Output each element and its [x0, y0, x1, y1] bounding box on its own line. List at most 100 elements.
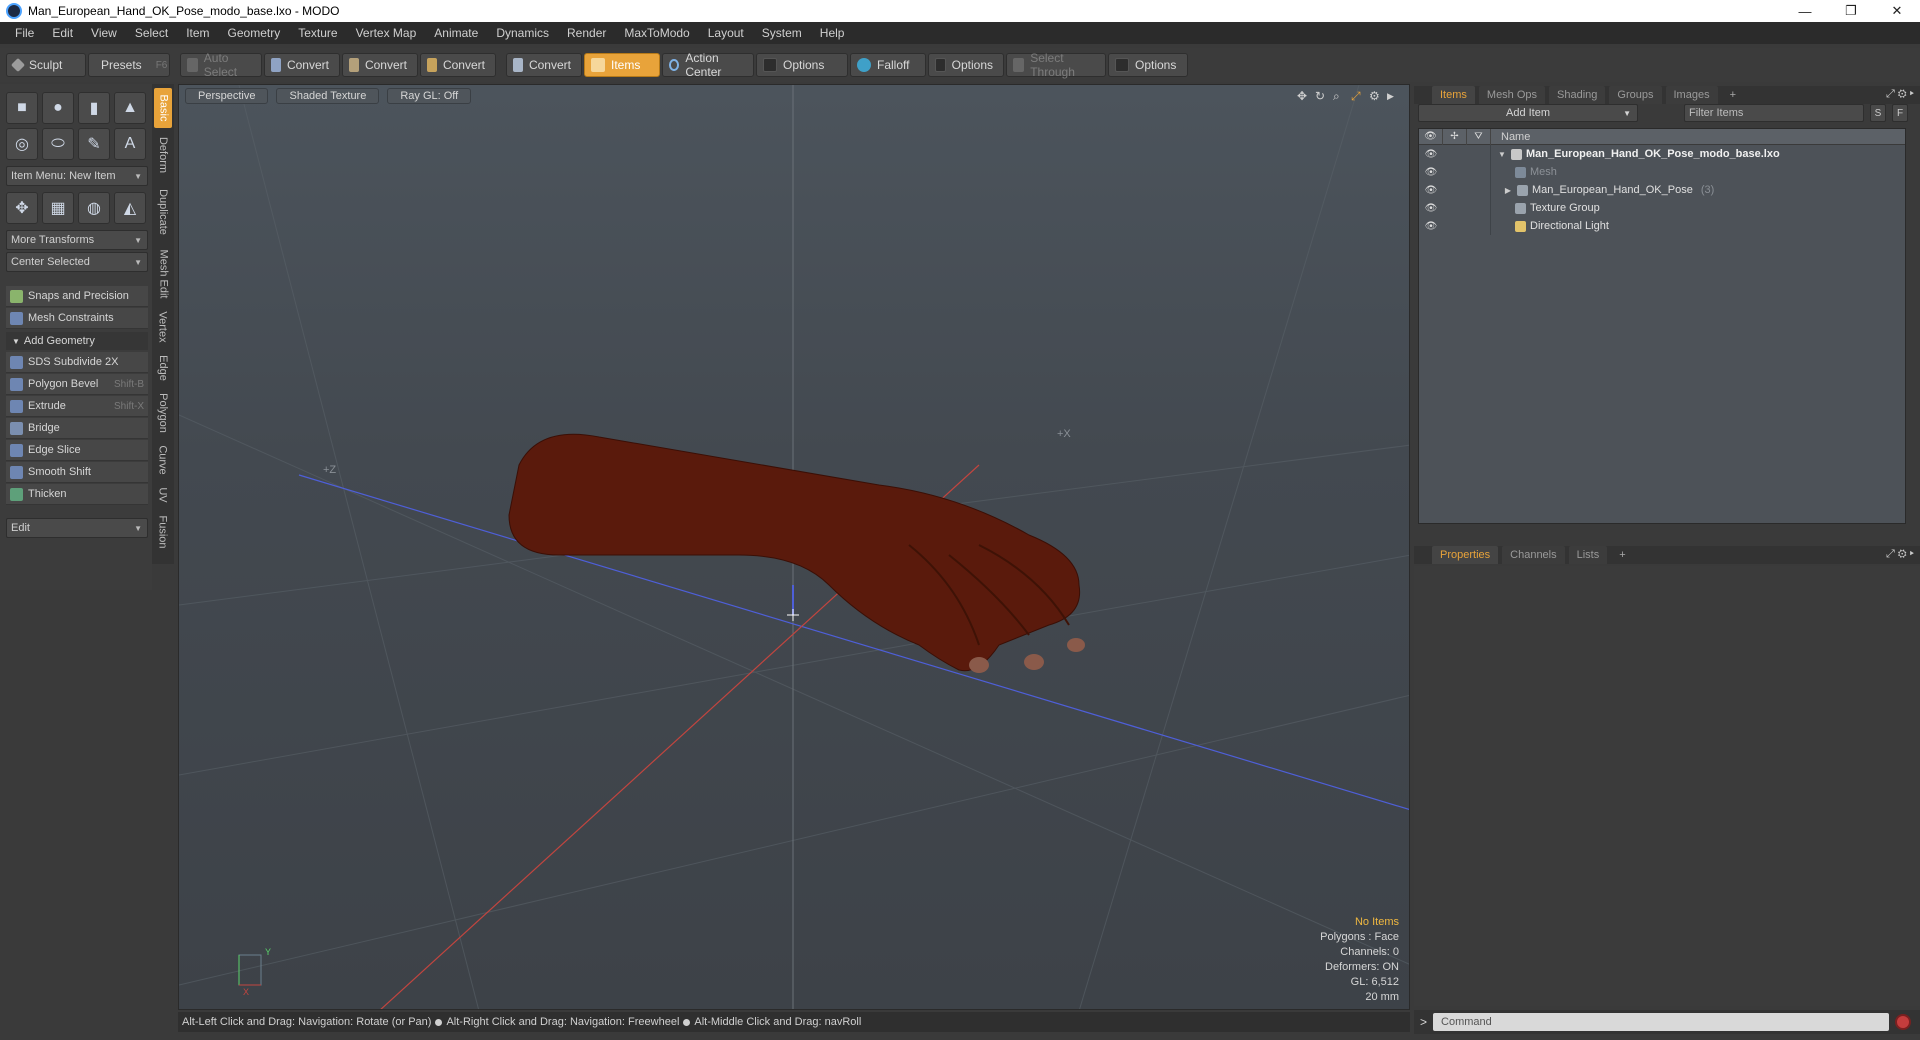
capsule-icon[interactable]: ⬭	[42, 128, 74, 160]
thicken-button[interactable]: Thicken	[6, 484, 148, 505]
tab-uv[interactable]: UV	[154, 482, 172, 508]
eye-icon[interactable]: 👁	[1419, 167, 1443, 178]
list-item[interactable]: 👁 Mesh	[1419, 163, 1905, 181]
menu-help[interactable]: Help	[811, 26, 854, 40]
polygon-bevel-button[interactable]: Polygon Bevel Shift-B	[6, 374, 148, 395]
pyramid-icon[interactable]: ◭	[114, 192, 146, 224]
grid-icon[interactable]: ▦	[42, 192, 74, 224]
menu-dynamics[interactable]: Dynamics	[487, 26, 558, 40]
item-list[interactable]: 👁 ✢ ⛛ Name 👁 ▼ Man_European_Hand_OK_Pose…	[1418, 128, 1906, 524]
tab-edge[interactable]: Edge	[154, 350, 172, 386]
lock-icon[interactable]: ✢	[1443, 128, 1467, 145]
menu-file[interactable]: File	[6, 26, 43, 40]
eye-icon[interactable]: 👁	[1419, 203, 1443, 214]
command-input[interactable]: Command	[1433, 1013, 1890, 1031]
menu-system[interactable]: System	[753, 26, 811, 40]
play-icon[interactable]: ▶	[1387, 91, 1394, 102]
add-tab-icon[interactable]: +	[1722, 86, 1744, 104]
tab-deform[interactable]: Deform	[154, 130, 172, 180]
expand-triangle-icon[interactable]: ▶	[1503, 186, 1513, 195]
cylinder-icon[interactable]: ▮	[78, 92, 110, 124]
tab-channels[interactable]: Channels	[1502, 546, 1565, 564]
name-column-header[interactable]: Name	[1491, 131, 1530, 143]
tab-items[interactable]: Items	[1432, 86, 1475, 104]
expand-triangle-icon[interactable]: ▼	[1497, 150, 1507, 159]
menu-item[interactable]: Item	[177, 26, 218, 40]
tab-images[interactable]: Images	[1665, 86, 1718, 104]
menu-edit[interactable]: Edit	[43, 26, 82, 40]
globe-icon[interactable]: ◍	[78, 192, 110, 224]
sds-subdivide-button[interactable]: SDS Subdivide 2X	[6, 352, 148, 373]
action-center-button[interactable]: Action Center	[662, 51, 754, 79]
perspective-button[interactable]: Perspective	[185, 88, 269, 104]
minimize-button[interactable]: —	[1782, 0, 1828, 22]
menu-render[interactable]: Render	[558, 26, 615, 40]
tab-vertex[interactable]: Vertex	[154, 306, 172, 348]
tab-groups[interactable]: Groups	[1609, 86, 1662, 104]
extrude-button[interactable]: Extrude Shift-X	[6, 396, 148, 417]
pen-icon[interactable]: ✎	[78, 128, 110, 160]
tab-duplicate[interactable]: Duplicate	[154, 182, 172, 242]
presets-button[interactable]: Presets F6	[88, 53, 170, 77]
sculpt-button[interactable]: Sculpt	[6, 53, 86, 77]
add-item-dropdown[interactable]: Add Item ▼	[1418, 104, 1638, 122]
eye-icon[interactable]: 👁	[1419, 149, 1443, 160]
zoom-icon[interactable]: ⌕	[1333, 89, 1340, 104]
menu-view[interactable]: View	[82, 26, 126, 40]
tab-mesh-ops[interactable]: Mesh Ops	[1478, 86, 1546, 104]
panel-options-icon[interactable]: ⤢ ⚙ ▸	[1886, 548, 1914, 561]
snaps-precision-button[interactable]: Snaps and Precision	[6, 286, 148, 307]
center-selected-dropdown[interactable]: Center Selected ▼	[6, 252, 148, 272]
options-button-3[interactable]: Options	[1108, 53, 1188, 77]
gear-icon[interactable]: ⚙	[1369, 89, 1380, 103]
smooth-shift-button[interactable]: Smooth Shift	[6, 462, 148, 483]
menu-layout[interactable]: Layout	[699, 26, 753, 40]
raygl-button[interactable]: Ray GL: Off	[387, 88, 472, 104]
menu-maxtomodo[interactable]: MaxToModo	[615, 26, 698, 40]
3d-viewport[interactable]: +Z +X Y X Perspective Shaded Texture Ray…	[178, 84, 1410, 1010]
edit-dropdown[interactable]: Edit ▼	[6, 518, 148, 538]
text-icon[interactable]: A	[114, 128, 146, 160]
list-item[interactable]: 👁 ▶ Man_European_Hand_OK_Pose (3)	[1419, 181, 1905, 199]
tab-polygon[interactable]: Polygon	[154, 388, 172, 438]
tab-basic[interactable]: Basic	[154, 88, 172, 128]
falloff-button[interactable]: Falloff	[850, 53, 926, 77]
hand-mesh[interactable]	[508, 433, 1085, 673]
menu-animate[interactable]: Animate	[425, 26, 487, 40]
menu-vertex-map[interactable]: Vertex Map	[347, 26, 426, 40]
eye-icon[interactable]: 👁	[1419, 221, 1443, 232]
tab-curve[interactable]: Curve	[154, 440, 172, 480]
shading-mode-button[interactable]: Shaded Texture	[276, 88, 380, 104]
sphere-icon[interactable]: ●	[42, 92, 74, 124]
pan-icon[interactable]: ✥	[1297, 89, 1307, 103]
convert-edges-button[interactable]: Convert	[342, 53, 418, 77]
tab-properties[interactable]: Properties	[1432, 546, 1499, 564]
add-geometry-header[interactable]: ▼ Add Geometry	[6, 332, 148, 350]
edge-slice-button[interactable]: Edge Slice	[6, 440, 148, 461]
menu-geometry[interactable]: Geometry	[219, 26, 290, 40]
tab-shading[interactable]: Shading	[1549, 86, 1606, 104]
menu-select[interactable]: Select	[126, 26, 177, 40]
tab-lists[interactable]: Lists	[1568, 546, 1608, 564]
tab-mesh-edit[interactable]: Mesh Edit	[154, 244, 172, 304]
fit-icon[interactable]: ⤢	[1351, 89, 1361, 104]
options-button-2[interactable]: Options	[928, 53, 1004, 77]
select-through-button[interactable]: Select Through	[1006, 51, 1106, 79]
cube-icon[interactable]: ■	[6, 92, 38, 124]
items-mode-button[interactable]: Items	[584, 53, 660, 77]
list-item[interactable]: 👁 Texture Group	[1419, 199, 1905, 217]
rotate-icon[interactable]: ↻	[1315, 89, 1325, 103]
add-tab-icon[interactable]: +	[1611, 546, 1633, 564]
visibility-eye-icon[interactable]: 👁	[1419, 128, 1443, 145]
filter-items-input[interactable]: Filter Items	[1684, 104, 1864, 122]
render-icon[interactable]: ⛛	[1467, 128, 1491, 145]
command-execute-button[interactable]	[1895, 1014, 1912, 1030]
more-transforms-dropdown[interactable]: More Transforms ▼	[6, 230, 148, 250]
panel-options-icon[interactable]: ⤢ ⚙ ▸	[1886, 88, 1914, 101]
auto-select-button[interactable]: Auto Select	[180, 51, 262, 79]
mesh-constraints-button[interactable]: Mesh Constraints	[6, 308, 148, 329]
convert-vertices-button[interactable]: Convert	[264, 53, 340, 77]
filter-f-button[interactable]: F	[1892, 104, 1908, 122]
eye-icon[interactable]: 👁	[1419, 185, 1443, 196]
list-item[interactable]: 👁 Directional Light	[1419, 217, 1905, 235]
